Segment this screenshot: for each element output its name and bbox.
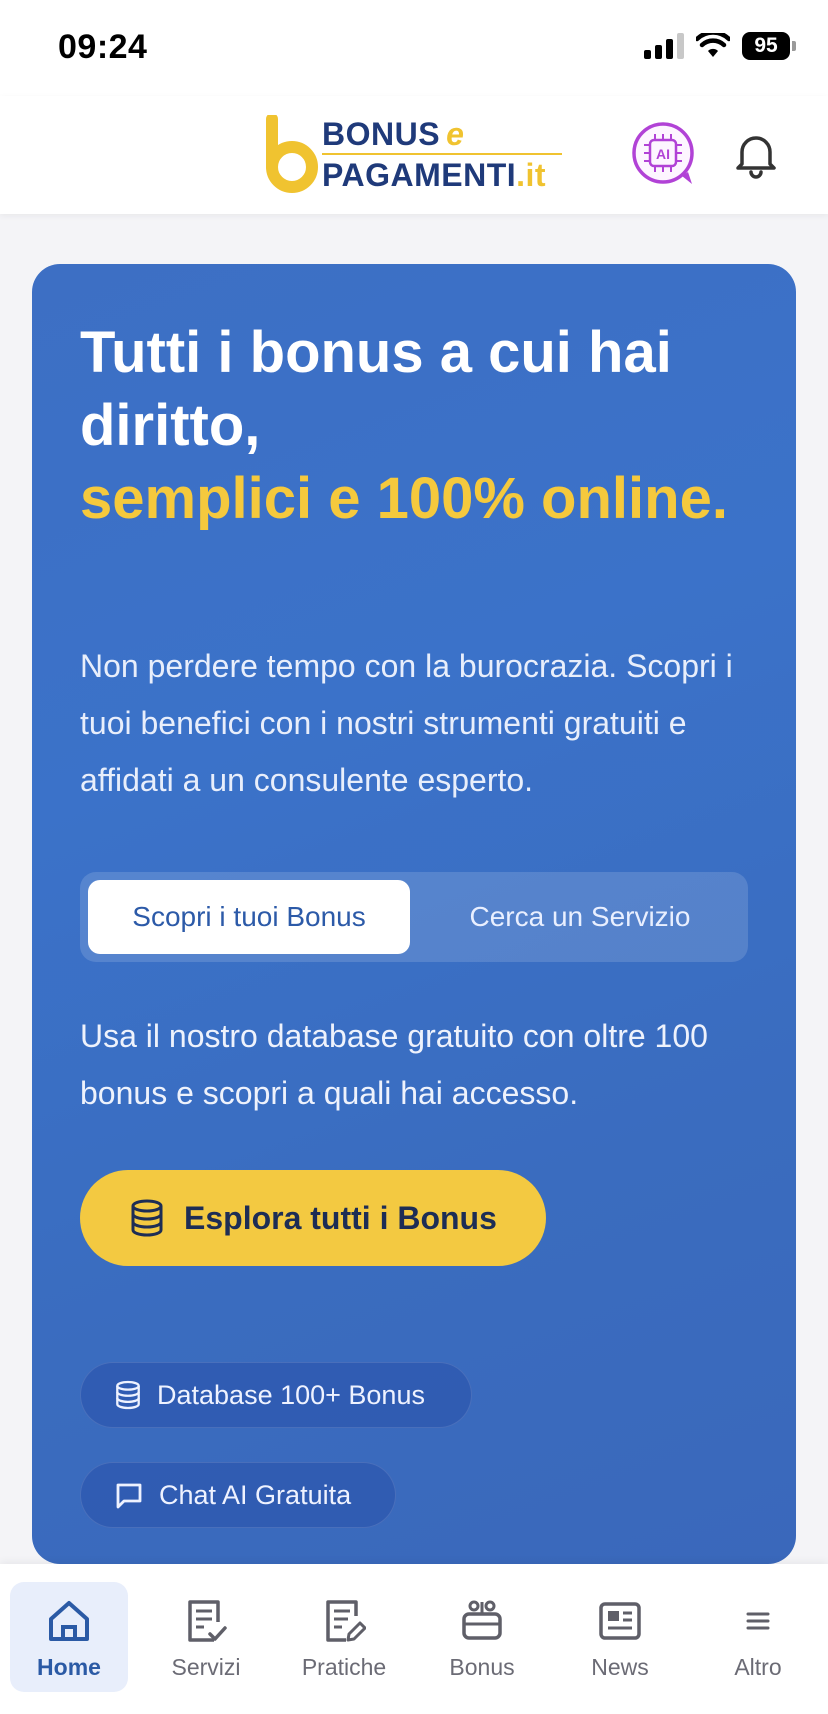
nav-label-servizi: Servizi [171, 1654, 241, 1680]
tab-scopri-bonus[interactable]: Scopri i tuoi Bonus [88, 880, 410, 954]
nav-item-home[interactable]: Home [10, 1582, 128, 1692]
signal-icon [644, 33, 684, 59]
home-icon [49, 1601, 89, 1641]
logo-word-bonus: BONUS [322, 115, 441, 152]
database-icon [116, 1380, 140, 1410]
explore-bonus-label: Esplora tutti i Bonus [184, 1199, 497, 1236]
app-header: BONUS e PAGAMENTI.it AI [0, 96, 828, 214]
hero-title: Tutti i bonus a cui hai diritto, semplic… [80, 316, 760, 535]
svg-text:AI: AI [656, 146, 670, 162]
document-check-icon [188, 1600, 227, 1642]
hero-tabs: Scopri i tuoi Bonus Cerca un Servizio [80, 872, 748, 962]
nav-item-altro[interactable]: Altro [699, 1582, 817, 1692]
chip-chat-ai-label: Chat AI Gratuita [159, 1479, 352, 1510]
nav-label-bonus: Bonus [449, 1654, 515, 1680]
nav-label-news: News [591, 1654, 649, 1680]
bottom-nav: Home Servizi Pratiche Bonus News Altro [0, 1564, 828, 1714]
chip-database[interactable]: Database 100+ Bonus [80, 1362, 472, 1428]
logo-word-e: e [446, 115, 465, 152]
tab-cerca-servizio[interactable]: Cerca un Servizio [420, 880, 740, 954]
chip-chat-ai[interactable]: Chat AI Gratuita [80, 1462, 396, 1528]
database-icon [131, 1199, 163, 1237]
status-bar: 09:24 95 [0, 0, 828, 96]
nav-label-pratiche: Pratiche [301, 1654, 387, 1680]
document-edit-icon [326, 1600, 366, 1642]
hero-subtext: Usa il nostro database gratuito con oltr… [80, 1018, 708, 1111]
logo-b-mark-icon [266, 115, 318, 193]
hero-description: Non perdere tempo con la burocrazia. Sco… [80, 648, 733, 798]
brand-logo[interactable]: BONUS e PAGAMENTI.it [264, 114, 562, 194]
nav-label-altro: Altro [734, 1654, 782, 1680]
newspaper-icon [599, 1602, 641, 1640]
nav-item-pratiche[interactable]: Pratiche [285, 1582, 403, 1692]
battery-icon: 95 [742, 32, 796, 60]
menu-icon [746, 1612, 770, 1630]
ai-chip-icon[interactable]: AI [630, 120, 698, 188]
nav-item-news[interactable]: News [561, 1582, 679, 1692]
hero-card: Tutti i bonus a cui hai diritto, semplic… [32, 264, 796, 1564]
nav-label-home: Home [37, 1654, 101, 1680]
logo-word-pagamenti: PAGAMENTI [322, 156, 517, 193]
nav-item-servizi[interactable]: Servizi [147, 1582, 265, 1692]
logo-tld: .it [516, 156, 547, 193]
hero-title-highlight: semplici e 100% online. [80, 466, 728, 531]
wifi-icon [696, 33, 730, 57]
battery-level: 95 [742, 32, 790, 60]
explore-bonus-button[interactable]: Esplora tutti i Bonus [80, 1170, 546, 1266]
bell-icon[interactable] [728, 126, 784, 182]
chip-database-label: Database 100+ Bonus [157, 1379, 425, 1410]
status-time: 09:24 [58, 28, 148, 66]
nav-item-bonus[interactable]: Bonus [423, 1582, 541, 1692]
hero-title-main: Tutti i bonus a cui hai diritto, [80, 320, 672, 458]
status-icons: 95 [644, 32, 796, 60]
chat-icon [116, 1483, 142, 1509]
gift-box-icon [462, 1600, 502, 1640]
